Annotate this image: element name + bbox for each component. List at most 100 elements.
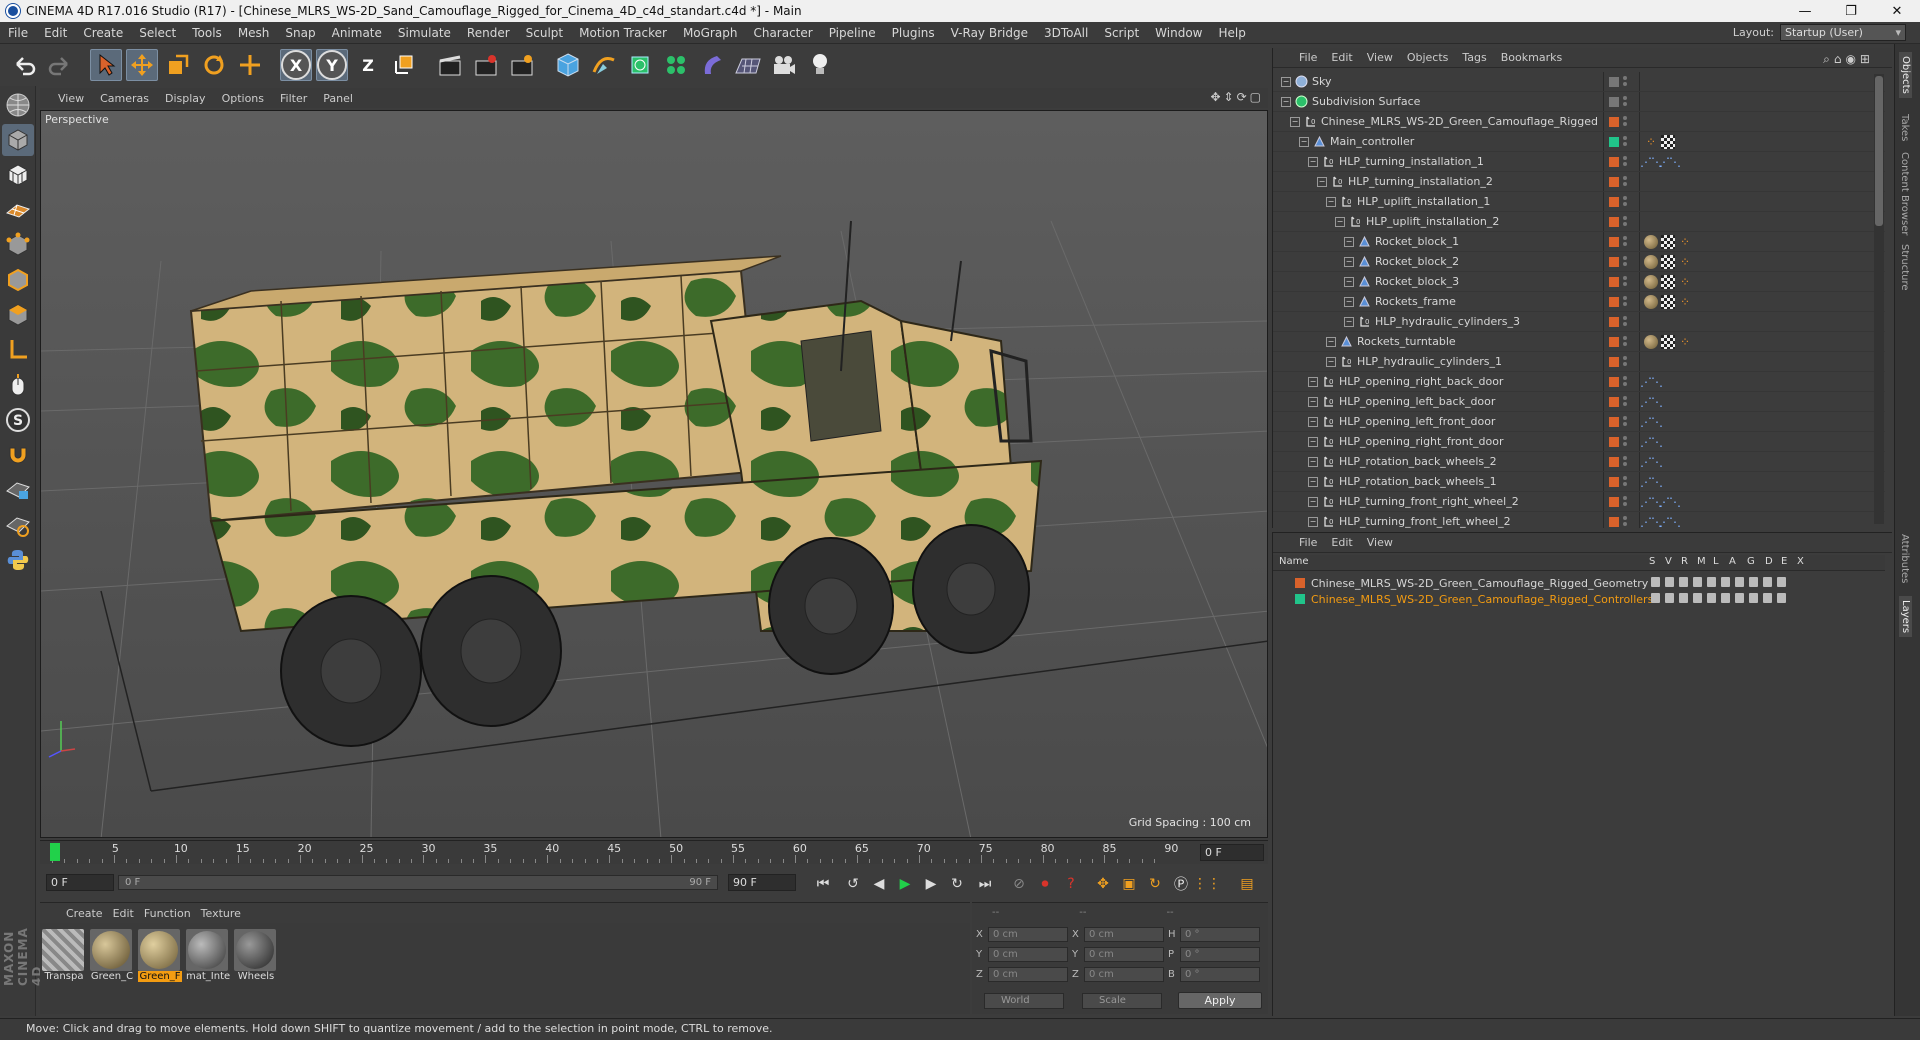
layer-color-swatch[interactable]	[1609, 137, 1619, 147]
preview-range-slider[interactable]: 0 F 90 F	[118, 875, 718, 890]
expand-toggle-icon[interactable]: −	[1308, 516, 1318, 527]
object-row[interactable]: − 0 HLP_rotation_back_wheels_2 ⋰⋱	[1273, 452, 1885, 472]
object-row[interactable]: − 0 HLP_uplift_installation_1	[1273, 192, 1885, 212]
key-pla-button[interactable]: ⋮⋮	[1193, 873, 1221, 895]
material-tag-icon[interactable]	[1643, 334, 1659, 350]
expand-toggle-icon[interactable]: −	[1326, 336, 1336, 347]
add-deformer-button[interactable]	[696, 49, 728, 81]
keyframe-selection-button[interactable]: ?	[1058, 873, 1084, 895]
expand-toggle-icon[interactable]: −	[1281, 96, 1291, 107]
ik-tag-icon[interactable]: ⁘	[1677, 234, 1693, 250]
pos-y-field[interactable]: 0 cm	[988, 946, 1068, 962]
layer-color-swatch[interactable]	[1295, 594, 1305, 604]
layer-color-swatch[interactable]	[1609, 517, 1619, 527]
controller-tag-icon[interactable]: ⋰⋱	[1658, 494, 1681, 510]
end-frame-field[interactable]: 90 F	[728, 874, 796, 891]
object-row[interactable]: − 0 HLP_rotation_back_wheels_1 ⋰⋱	[1273, 472, 1885, 492]
expand-toggle-icon[interactable]: −	[1308, 456, 1318, 467]
snap-button[interactable]: S	[2, 404, 34, 436]
z-axis-lock-button[interactable]: Z	[353, 50, 383, 80]
object-row[interactable]: − 0 HLP_hydraulic_cylinders_1	[1273, 352, 1885, 372]
menu-edit[interactable]: Edit	[36, 26, 75, 40]
material-tag-icon[interactable]	[1643, 274, 1659, 290]
timeline-ruler[interactable]: 051015202530354045505560657075808590 0 F	[40, 840, 1268, 864]
current-frame-field[interactable]: 0 F	[1200, 844, 1264, 861]
menu-simulate[interactable]: Simulate	[390, 26, 459, 40]
scale-tool-button[interactable]	[162, 49, 194, 81]
object-row[interactable]: − 0 Chinese_MLRS_WS-2D_Green_Camouflage_Ri…	[1273, 112, 1885, 132]
move-tool-button[interactable]	[126, 49, 158, 81]
ik-tag-icon[interactable]: ⁘	[1643, 134, 1659, 150]
expand-toggle-icon[interactable]: −	[1308, 156, 1318, 167]
layers-menu-file[interactable]: File	[1293, 536, 1325, 549]
perspective-viewport[interactable]: Perspective Grid Spacing : 100 cm	[40, 110, 1268, 838]
make-editable-button[interactable]	[2, 89, 34, 121]
material-green-camouflage[interactable]: Green_C	[90, 929, 134, 982]
tab-attributes[interactable]: Attributes	[1899, 534, 1910, 583]
material-menu-create[interactable]: Create	[64, 907, 111, 920]
object-row[interactable]: − 0 HLP_uplift_installation_2	[1273, 212, 1885, 232]
object-row[interactable]: − 0 HLP_opening_left_back_door ⋰⋱	[1273, 392, 1885, 412]
expand-toggle-icon[interactable]: −	[1308, 376, 1318, 387]
menu-vray-bridge[interactable]: V-Ray Bridge	[943, 26, 1036, 40]
expand-toggle-icon[interactable]: −	[1344, 236, 1354, 247]
layer-color-swatch[interactable]	[1609, 377, 1619, 387]
expand-toggle-icon[interactable]: −	[1344, 316, 1354, 327]
object-row[interactable]: − 0 HLP_opening_left_front_door ⋰⋱	[1273, 412, 1885, 432]
layer-color-swatch[interactable]	[1609, 197, 1619, 207]
add-spline-button[interactable]	[588, 49, 620, 81]
material-tag-icon[interactable]	[1643, 234, 1659, 250]
polygon-mode-button[interactable]	[2, 299, 34, 331]
controller-tag-icon[interactable]: ⋰⋱	[1640, 454, 1663, 470]
layer-color-swatch[interactable]	[1609, 357, 1619, 367]
controller-tag-icon[interactable]: ⋰⋱	[1640, 154, 1663, 170]
texture-tag-icon[interactable]	[1661, 255, 1675, 269]
layer-color-swatch[interactable]	[1295, 578, 1305, 588]
tab-content-browser[interactable]: Content Browser	[1899, 152, 1910, 235]
size-z-field[interactable]: 0 cm	[1084, 966, 1164, 982]
render-settings-button[interactable]	[506, 49, 538, 81]
next-frame-button[interactable]: ▶	[918, 873, 944, 895]
maximize-button[interactable]: ❐	[1828, 0, 1874, 22]
controller-tag-icon[interactable]: ⋰⋱	[1640, 374, 1663, 390]
object-row[interactable]: − 0 HLP_opening_right_front_door ⋰⋱	[1273, 432, 1885, 452]
workplane-mode-button[interactable]	[2, 194, 34, 226]
layer-color-swatch[interactable]	[1609, 257, 1619, 267]
object-row[interactable]: − Main_controller ⁘	[1273, 132, 1885, 152]
controller-tag-icon[interactable]: ⋰⋱	[1658, 154, 1681, 170]
visibility-dots[interactable]	[1623, 355, 1629, 369]
key-position-button[interactable]: ✥	[1090, 873, 1116, 895]
size-mode-dropdown[interactable]: Scale	[1082, 993, 1162, 1009]
viewport-menu-filter[interactable]: Filter	[274, 92, 317, 105]
visibility-dots[interactable]	[1623, 495, 1629, 509]
menu-snap[interactable]: Snap	[277, 26, 323, 40]
menu-tools[interactable]: Tools	[184, 26, 230, 40]
visibility-dots[interactable]	[1623, 235, 1629, 249]
menu-motion-tracker[interactable]: Motion Tracker	[571, 26, 675, 40]
material-menu-function[interactable]: Function	[142, 907, 199, 920]
live-selection-button[interactable]	[90, 49, 122, 81]
visibility-dots[interactable]	[1623, 315, 1629, 329]
apply-button[interactable]: Apply	[1178, 992, 1262, 1009]
material-transparent[interactable]: Transpa	[42, 929, 86, 982]
material-tag-icon[interactable]	[1643, 254, 1659, 270]
layer-color-swatch[interactable]	[1609, 397, 1619, 407]
object-row[interactable]: − Rocket_block_1 ⁘	[1273, 232, 1885, 252]
visibility-dots[interactable]	[1623, 295, 1629, 309]
y-axis-lock-button[interactable]: Y	[317, 50, 347, 80]
material-menu-edit[interactable]: Edit	[111, 907, 142, 920]
viewport-menu-cameras[interactable]: Cameras	[94, 92, 159, 105]
play-button[interactable]: ▶	[892, 873, 918, 895]
visibility-dots[interactable]	[1623, 335, 1629, 349]
visibility-dots[interactable]	[1623, 95, 1629, 109]
enable-snap-button[interactable]	[2, 439, 34, 471]
object-row[interactable]: − 0 HLP_turning_installation_1 ⋰⋱ ⋰⋱	[1273, 152, 1885, 172]
menu-character[interactable]: Character	[745, 26, 820, 40]
menu-file[interactable]: File	[0, 26, 36, 40]
size-x-field[interactable]: 0 cm	[1084, 926, 1164, 942]
texture-tag-icon[interactable]	[1661, 335, 1675, 349]
coordinate-space-dropdown[interactable]: World	[984, 993, 1064, 1009]
expand-toggle-icon[interactable]: −	[1344, 276, 1354, 287]
objects-menu-tags[interactable]: Tags	[1456, 51, 1494, 64]
start-frame-field[interactable]: 0 F	[46, 874, 114, 891]
